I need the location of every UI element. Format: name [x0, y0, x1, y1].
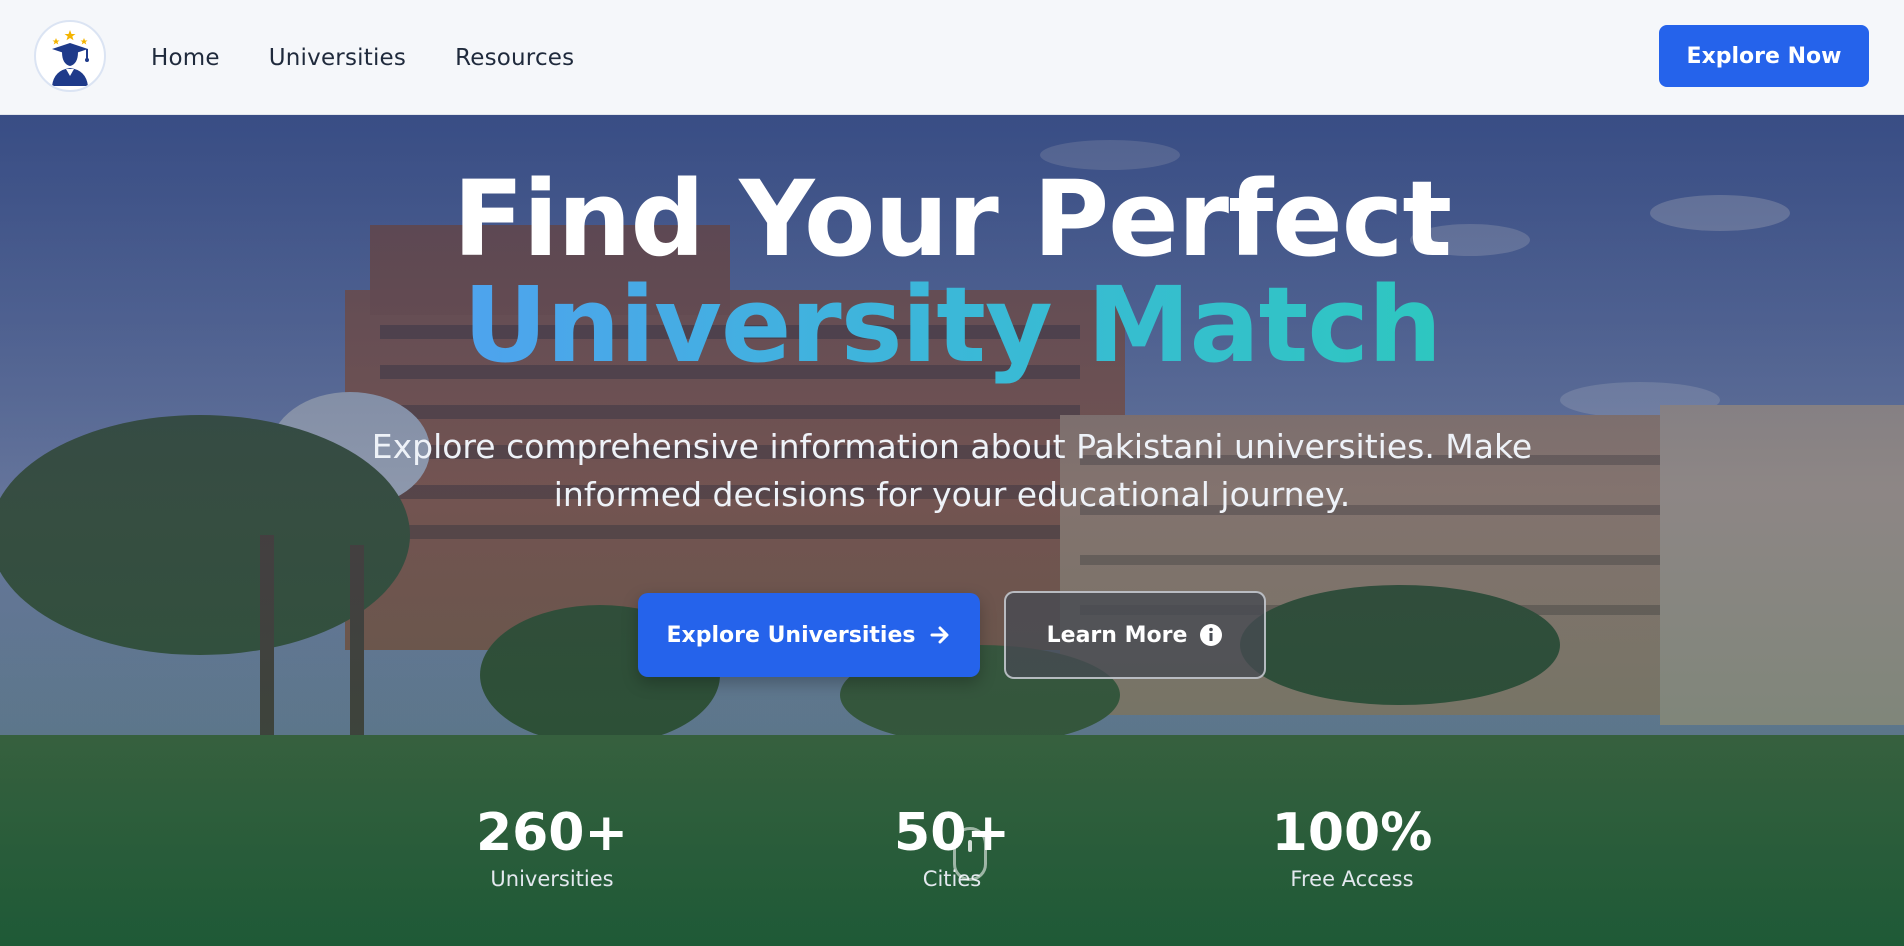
stat-value: 50+ — [894, 803, 1010, 863]
hero-content: Find Your Perfect University Match Explo… — [0, 115, 1904, 946]
graduate-icon — [39, 25, 101, 87]
nav-links: Home Universities Resources — [151, 0, 574, 115]
scroll-dot — [968, 840, 972, 852]
nav-link-home[interactable]: Home — [151, 45, 220, 71]
hero-title-highlight: University Match — [462, 264, 1442, 386]
explore-now-button[interactable]: Explore Now — [1659, 25, 1869, 87]
explore-universities-label: Explore Universities — [666, 622, 916, 648]
learn-more-label: Learn More — [1046, 622, 1188, 648]
explore-universities-button[interactable]: Explore Universities — [638, 593, 980, 677]
stat-cities: 50+ Cities — [802, 803, 1102, 891]
hero-title-line1: Find Your Perfect — [452, 158, 1452, 280]
hero-section: Find Your Perfect University Match Explo… — [0, 115, 1904, 946]
stat-label: Universities — [490, 867, 614, 891]
stat-universities: 260+ Universities — [402, 803, 702, 891]
stat-value: 260+ — [475, 803, 629, 863]
arrow-right-icon — [929, 624, 951, 646]
learn-more-button[interactable]: Learn More — [1004, 591, 1266, 679]
nav-link-universities[interactable]: Universities — [269, 45, 406, 71]
stat-value: 100% — [1271, 803, 1433, 863]
stat-label: Cities — [922, 867, 982, 891]
info-circle-icon — [1199, 623, 1223, 647]
nav-link-resources[interactable]: Resources — [455, 45, 574, 71]
logo[interactable] — [34, 20, 106, 92]
scroll-down-indicator[interactable] — [953, 827, 987, 881]
hero-title-line2: University Match — [0, 270, 1904, 380]
stat-label: Free Access — [1290, 867, 1414, 891]
stat-free-access: 100% Free Access — [1202, 803, 1502, 891]
hero-subtitle: Explore comprehensive information about … — [371, 427, 1533, 514]
navbar: Home Universities Resources Explore Now — [0, 0, 1904, 115]
